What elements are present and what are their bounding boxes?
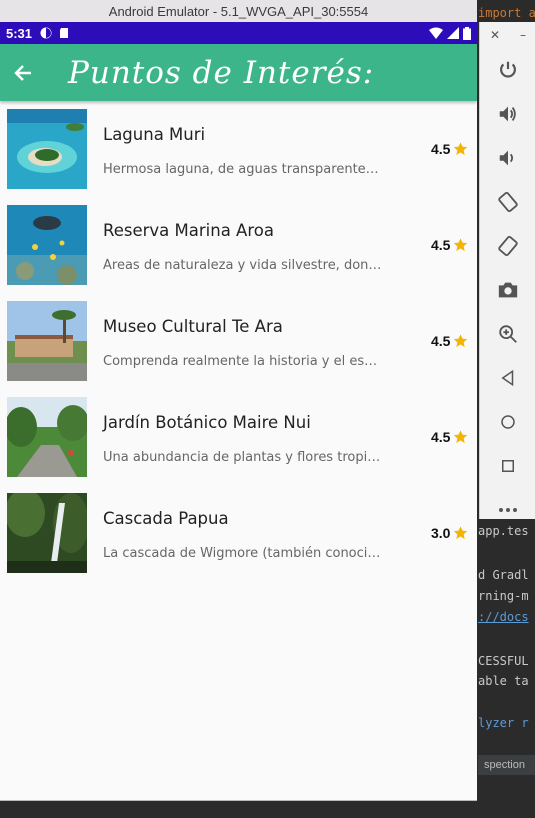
place-name: Laguna Muri (103, 125, 206, 144)
rotate-left-button[interactable] (480, 180, 535, 224)
list-item[interactable]: Reserva Marina Aroa Áreas de naturaleza … (0, 205, 477, 301)
place-description: Una abundancia de plantas y flores tropi… (103, 450, 385, 465)
ide-code-line: d Gradl (478, 568, 529, 582)
rotate-right-button[interactable] (480, 224, 535, 268)
place-description: Comprenda realmente la historia y el esp… (103, 354, 385, 369)
list-item[interactable]: Museo Cultural Te Ara Comprenda realment… (0, 301, 477, 397)
sd-card-icon (60, 28, 69, 38)
ide-inspection-tab[interactable]: spection (478, 755, 535, 775)
zoom-button[interactable] (480, 312, 535, 356)
status-time: 5:31 (6, 25, 33, 41)
wifi-icon (429, 27, 443, 39)
ide-code-line: able ta (478, 674, 529, 688)
arrow-back-icon (14, 64, 31, 81)
status-bar: 5:31 (0, 22, 477, 44)
home-button[interactable] (480, 400, 535, 444)
place-rating: 4.5 (431, 237, 469, 253)
emulator-window-title: Android Emulator - 5.1_WVGA_API_30:5554 (0, 0, 477, 23)
circle-home-icon (501, 415, 515, 429)
place-thumbnail (7, 493, 87, 573)
power-button[interactable] (480, 48, 535, 92)
rating-value: 4.5 (431, 141, 451, 157)
rating-value: 4.5 (431, 237, 451, 253)
place-rating: 4.5 (431, 141, 469, 157)
star-icon (454, 334, 468, 347)
place-thumbnail (7, 397, 87, 477)
place-description: Áreas de naturaleza y vida silvestre, do… (103, 258, 385, 273)
rating-value: 4.5 (431, 429, 451, 445)
ide-link[interactable]: ://docs (478, 610, 529, 624)
star-icon (454, 142, 468, 155)
rating-value: 4.5 (431, 333, 451, 349)
place-description: Hermosa laguna, de aguas transparentes, … (103, 162, 385, 177)
volume-down-icon (499, 150, 514, 166)
rotate-right-icon (498, 235, 518, 257)
volume-up-icon (499, 106, 516, 122)
overview-button[interactable] (480, 444, 535, 488)
battery-icon (463, 26, 471, 40)
ide-code-line: rning-m (478, 589, 529, 603)
place-name: Cascada Papua (103, 509, 229, 528)
star-icon (454, 430, 468, 443)
place-rating: 4.5 (431, 333, 469, 349)
power-icon (500, 61, 516, 78)
play-protect-icon (40, 27, 52, 39)
app-bar: Puntos de Interés: (0, 44, 477, 101)
more-dots-icon (499, 508, 517, 512)
place-thumbnail (7, 109, 87, 189)
square-overview-icon (502, 460, 514, 472)
place-thumbnail (7, 301, 87, 381)
place-name: Jardín Botánico Maire Nui (103, 413, 311, 432)
places-list: Laguna Muri Hermosa laguna, de aguas tra… (0, 101, 477, 589)
volume-down-button[interactable] (480, 136, 535, 180)
close-icon[interactable]: ✕ (490, 28, 500, 42)
star-icon (454, 238, 468, 251)
rating-value: 3.0 (431, 525, 451, 541)
emulator-toolbar: ✕ – (479, 22, 535, 519)
rotate-left-icon (498, 191, 518, 213)
place-name: Museo Cultural Te Ara (103, 317, 283, 336)
place-thumbnail (7, 205, 87, 285)
page-title: Puntos de Interés: (68, 54, 375, 91)
list-item[interactable]: Jardín Botánico Maire Nui Una abundancia… (0, 397, 477, 493)
list-item[interactable]: Laguna Muri Hermosa laguna, de aguas tra… (0, 109, 477, 205)
ide-code-line: import a (478, 6, 535, 20)
place-description: La cascada de Wigmore (también conocid… (103, 546, 385, 561)
volume-up-button[interactable] (480, 92, 535, 136)
android-screen: 5:31 Puntos de Interés: Laguna Muri Herm… (0, 22, 477, 800)
camera-icon (498, 282, 518, 298)
more-button[interactable] (480, 488, 535, 532)
ide-code-line: CESSFUL (478, 654, 529, 668)
triangle-back-icon (501, 369, 514, 387)
place-rating: 3.0 (431, 525, 469, 541)
ide-code-line: lyzer r (478, 716, 529, 730)
star-icon (454, 526, 468, 539)
signal-icon (447, 27, 459, 39)
minimize-icon[interactable]: – (520, 28, 526, 42)
place-rating: 4.5 (431, 429, 469, 445)
zoom-in-icon (499, 325, 517, 343)
place-name: Reserva Marina Aroa (103, 221, 274, 240)
screenshot-button[interactable] (480, 268, 535, 312)
back-nav-button[interactable] (480, 356, 535, 400)
back-button[interactable] (0, 44, 46, 101)
list-item[interactable]: Cascada Papua La cascada de Wigmore (tam… (0, 493, 477, 589)
